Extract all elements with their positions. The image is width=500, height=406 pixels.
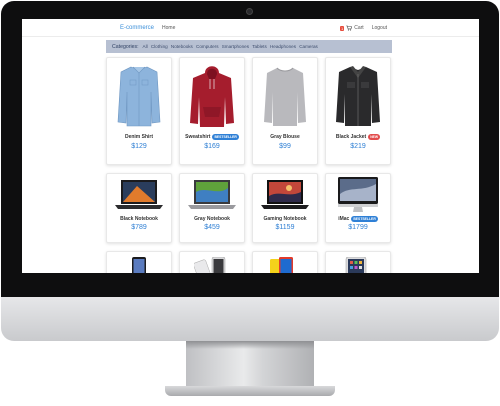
- product-card[interactable]: [252, 251, 318, 273]
- product-price: $169: [204, 143, 220, 150]
- category-notebooks[interactable]: Notebooks: [171, 44, 193, 49]
- product-card[interactable]: Gray Blouse $99: [252, 57, 318, 165]
- monitor-chin: [1, 297, 499, 341]
- smartphone-image: [179, 252, 245, 273]
- product-name: Gray Blouse: [270, 134, 300, 140]
- product-price: $1799: [348, 224, 368, 231]
- laptop-image: [106, 174, 172, 216]
- nav-home-link[interactable]: Home: [162, 25, 175, 31]
- logout-link[interactable]: Logout: [372, 25, 387, 31]
- brand-link[interactable]: E-commerce: [120, 25, 154, 31]
- product-name-row: Gaming Notebook: [263, 216, 306, 222]
- product-price: $99: [279, 143, 291, 150]
- category-computers[interactable]: Computers: [196, 44, 218, 49]
- category-clothing[interactable]: Clothing: [151, 44, 168, 49]
- smartphone-image: [252, 252, 318, 273]
- product-name: Gray Notebook: [194, 216, 230, 222]
- product-card[interactable]: Denim Shirt $129: [106, 57, 172, 165]
- imac-mockup: E-commerce Home 1 Cart Logout Categories…: [0, 0, 500, 406]
- categories-title: Categories:: [112, 43, 139, 50]
- product-card[interactable]: Black Notebook $789: [106, 173, 172, 243]
- product-name-row: Denim Shirt: [125, 134, 153, 140]
- imac-image: [325, 174, 391, 216]
- product-name-row: Black Jacket NEW: [335, 134, 381, 140]
- product-card[interactable]: [325, 251, 391, 273]
- category-headphones[interactable]: Headphones: [270, 44, 296, 49]
- product-price: $1159: [275, 224, 295, 231]
- screen: E-commerce Home 1 Cart Logout Categories…: [22, 19, 479, 273]
- category-all[interactable]: All: [143, 44, 148, 49]
- product-card[interactable]: Gray Notebook $459: [179, 173, 245, 243]
- category-tablets[interactable]: Tablets: [252, 44, 267, 49]
- category-cameras[interactable]: Cameras: [299, 44, 318, 49]
- gray-sweater-image: [252, 58, 318, 134]
- product-card[interactable]: Gaming Notebook $1159: [252, 173, 318, 243]
- cart-icon[interactable]: [346, 25, 353, 31]
- product-grid: Denim Shirt $129 Sweatshirt BESTSELLER $…: [106, 57, 392, 273]
- product-name: Denim Shirt: [124, 134, 154, 140]
- product-price: $219: [350, 143, 366, 150]
- product-name: iMac: [338, 216, 350, 222]
- product-card[interactable]: iMac BESTSELLER $1799: [325, 173, 391, 243]
- product-price: $789: [131, 224, 147, 231]
- black-jacket-image: [325, 58, 391, 134]
- product-card[interactable]: Black Jacket NEW $219: [325, 57, 391, 165]
- bestseller-badge: BESTSELLER: [212, 134, 239, 140]
- navbar: E-commerce Home 1 Cart Logout: [22, 19, 479, 37]
- product-name-row: Gray Notebook: [194, 216, 230, 222]
- camera-icon: [246, 8, 253, 15]
- category-smartphones[interactable]: Smartphones: [222, 44, 249, 49]
- product-price: $129: [131, 143, 147, 150]
- product-card[interactable]: [179, 251, 245, 273]
- monitor-stand-foot: [165, 386, 335, 396]
- product-name-row: Black Notebook: [120, 216, 158, 222]
- product-name-row: Gray Blouse: [270, 134, 299, 140]
- product-name-row: Sweatshirt BESTSELLER: [185, 134, 239, 140]
- product-name-row: iMac BESTSELLER: [338, 216, 378, 222]
- category-bar: Categories: All Clothing Notebooks Compu…: [106, 40, 392, 53]
- new-badge: NEW: [368, 134, 381, 140]
- smartphone-image: [106, 252, 172, 273]
- product-card[interactable]: Sweatshirt BESTSELLER $169: [179, 57, 245, 165]
- product-name: Black Notebook: [120, 216, 158, 222]
- product-card[interactable]: [106, 251, 172, 273]
- product-name: Sweatshirt: [185, 134, 211, 140]
- product-name: Black Jacket: [335, 134, 367, 140]
- stand-shadow: [186, 341, 314, 349]
- cart-count-badge: 1: [340, 25, 345, 31]
- bestseller-badge: BESTSELLER: [351, 216, 378, 222]
- red-hoodie-image: [179, 58, 245, 134]
- product-price: $459: [204, 224, 220, 231]
- tablet-image: [325, 252, 391, 273]
- laptop-image: [179, 174, 245, 216]
- laptop-image: [252, 174, 318, 216]
- cart-link[interactable]: Cart: [354, 25, 363, 31]
- product-name: Gaming Notebook: [263, 216, 307, 222]
- navbar-right: 1 Cart Logout: [340, 19, 387, 37]
- denim-shirt-image: [106, 58, 172, 134]
